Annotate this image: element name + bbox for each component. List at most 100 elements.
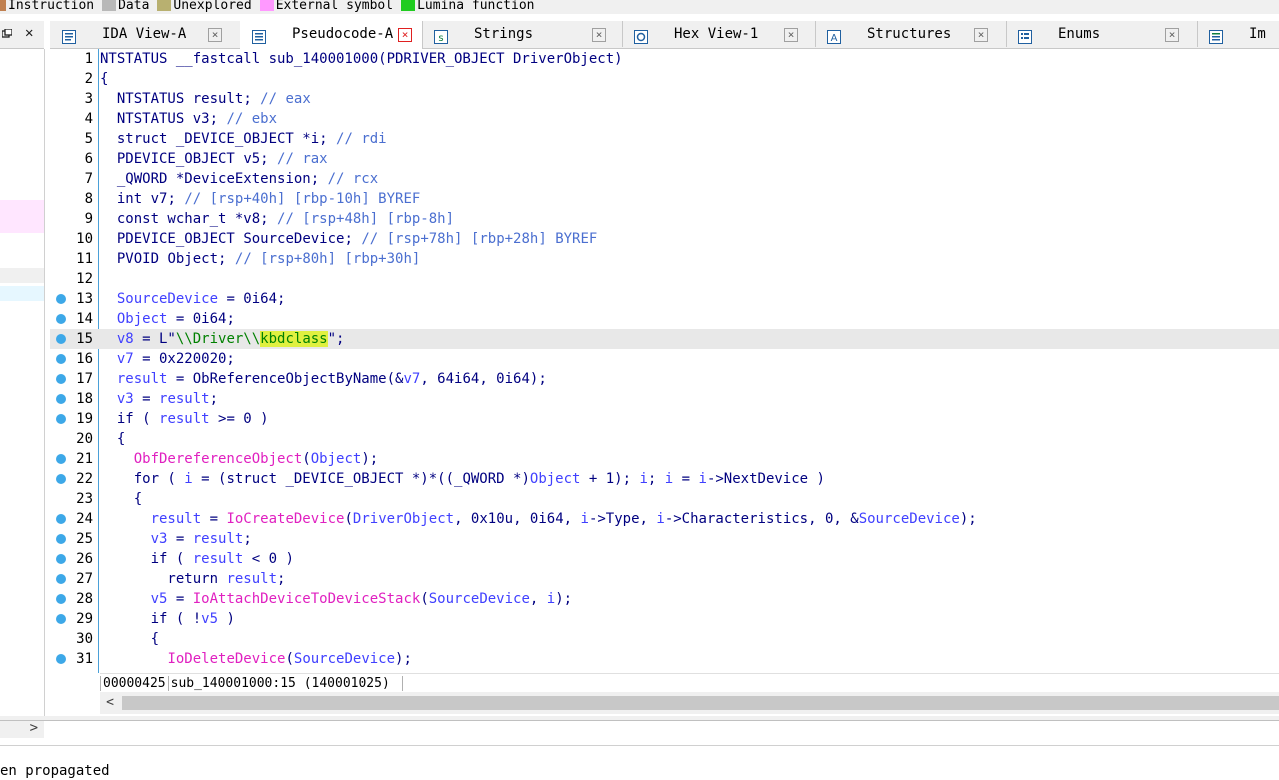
code-text: int v7; // [rsp+40h] [rbp-10h] BYREF [116, 191, 421, 207]
code-line[interactable]: 2{ [50, 69, 1279, 89]
code-text: v5 = IoAttachDeviceToDeviceStack(SourceD… [150, 591, 573, 607]
breakpoint-marker-icon[interactable] [56, 354, 66, 364]
breakpoint-marker-icon[interactable] [56, 534, 66, 544]
pin-icon[interactable] [1, 27, 13, 38]
tab-im[interactable]: Im [1197, 21, 1279, 47]
code-line[interactable]: 31 IoDeleteDevice(SourceDevice); [50, 649, 1279, 669]
status-separator [401, 676, 403, 691]
code-line[interactable]: 1 NTSTATUS __fastcall sub_140001000(PDRIV… [50, 49, 1279, 69]
code-line[interactable]: 16 v7 = 0x220020; [50, 349, 1279, 369]
legend-label: Unexplored [173, 0, 252, 13]
code-line[interactable]: 19 if ( result >= 0 ) [50, 409, 1279, 429]
tab-pseudocode-a[interactable]: Pseudocode-A × [240, 21, 423, 49]
code-text: for ( i = (struct _DEVICE_OBJECT *)*((_Q… [100, 471, 825, 487]
horizontal-scrollbar[interactable]: < [100, 692, 1279, 714]
tab-label: Enums [1058, 26, 1101, 42]
scroll-right-arrow[interactable]: > [30, 718, 38, 738]
code-line[interactable]: 30 { [50, 629, 1279, 649]
breakpoint-marker-icon[interactable] [56, 474, 66, 484]
code-line[interactable]: 7 _QWORD *DeviceExtension; // rcx [50, 169, 1279, 189]
code-line[interactable]: 18 v3 = result; [50, 389, 1279, 409]
code-text: struct _DEVICE_OBJECT *i; // rdi [116, 131, 387, 147]
tab-close-icon[interactable]: × [1165, 28, 1179, 42]
pseudocode-status-line: 00000425 sub_140001000:15 (140001025) [100, 673, 1279, 693]
legend-label: Data [118, 0, 150, 13]
breakpoint-marker-icon[interactable] [56, 414, 66, 424]
code-text: if ( result < 0 ) [100, 551, 294, 567]
breakpoint-marker-icon[interactable] [56, 374, 66, 384]
breakpoint-marker-icon[interactable] [56, 334, 66, 344]
tab-label: Structures [867, 26, 952, 42]
line-number: 25 [76, 531, 93, 547]
output-window[interactable]: en propagated [0, 745, 1279, 780]
breakpoint-marker-icon[interactable] [56, 514, 66, 524]
breakpoint-marker-icon[interactable] [56, 574, 66, 584]
scrollbar-thumb[interactable] [122, 696, 1279, 710]
code-line[interactable]: 10 PDEVICE_OBJECT SourceDevice; // [rsp+… [50, 229, 1279, 249]
tab-close-icon[interactable]: × [592, 28, 606, 42]
code-line[interactable]: 11 PVOID Object; // [rsp+80h] [rbp+30h] [50, 249, 1279, 269]
code-line[interactable]: 22 for ( i = (struct _DEVICE_OBJECT *)*(… [50, 469, 1279, 489]
close-icon[interactable]: ✕ [25, 26, 33, 40]
breakpoint-marker-icon[interactable] [56, 294, 66, 304]
code-line[interactable]: 13 SourceDevice = 0i64; [50, 289, 1279, 309]
code-line[interactable]: 24 result = IoCreateDevice(DriverObject,… [50, 509, 1279, 529]
code-line[interactable]: 6 PDEVICE_OBJECT v5; // rax [50, 149, 1279, 169]
code-text: NTSTATUS v3; // ebx [116, 111, 278, 127]
code-text: result = IoCreateDevice(DriverObject, 0x… [150, 511, 977, 527]
line-number: 12 [76, 271, 93, 287]
code-text: ObfDereferenceObject(Object); [133, 451, 379, 467]
code-text: if ( !v5 ) [100, 611, 235, 627]
breakpoint-marker-icon[interactable] [56, 314, 66, 324]
breakpoint-marker-icon[interactable] [56, 454, 66, 464]
tab-close-icon[interactable]: × [398, 28, 412, 42]
code-text: return result; [100, 571, 286, 587]
line-number: 28 [76, 591, 93, 607]
code-text: _QWORD *DeviceExtension; // rcx [116, 171, 379, 187]
breakpoint-marker-icon[interactable] [56, 554, 66, 564]
tab-enums[interactable]: Enums × [1006, 21, 1198, 47]
code-line[interactable]: 9 const wchar_t *v8; // [rsp+48h] [rbp-8… [50, 209, 1279, 229]
tab-ida-view-a[interactable]: IDA View-A × [50, 21, 241, 47]
code-line[interactable]: 8 int v7; // [rsp+40h] [rbp-10h] BYREF [50, 189, 1279, 209]
panel-divider[interactable] [0, 716, 1279, 721]
tab-strings[interactable]: s Strings × [422, 21, 623, 47]
tab-close-icon[interactable]: × [208, 28, 222, 42]
tab-close-icon[interactable]: × [784, 28, 798, 42]
code-line[interactable]: 4 NTSTATUS v3; // ebx [50, 109, 1279, 129]
tab-structures[interactable]: A Structures × [815, 21, 1007, 47]
code-line[interactable]: 5 struct _DEVICE_OBJECT *i; // rdi [50, 129, 1279, 149]
code-line[interactable]: 27 return result; [50, 569, 1279, 589]
code-line[interactable]: 20 { [50, 429, 1279, 449]
code-line[interactable]: 21 ObfDereferenceObject(Object); [50, 449, 1279, 469]
output-text: en propagated [0, 763, 110, 779]
code-line[interactable]: 29 if ( !v5 ) [50, 609, 1279, 629]
code-text: { [100, 631, 160, 647]
code-line[interactable]: 14 Object = 0i64; [50, 309, 1279, 329]
code-line[interactable]: 17 result = ObReferenceObjectByName(&v7,… [50, 369, 1279, 389]
code-line-current[interactable]: 15 v8 = L"\\Driver\\kbdclass"; [50, 329, 1279, 349]
code-line[interactable]: 23 { [50, 489, 1279, 509]
breakpoint-marker-icon[interactable] [56, 654, 66, 664]
code-line[interactable]: 26 if ( result < 0 ) [50, 549, 1279, 569]
scroll-left-arrow[interactable]: < [100, 692, 120, 714]
pseudocode-view[interactable]: 1 NTSTATUS __fastcall sub_140001000(PDRIV… [50, 49, 1279, 673]
tab-close-icon[interactable]: × [974, 28, 988, 42]
line-number: 3 [84, 91, 93, 107]
breakpoint-marker-icon[interactable] [56, 394, 66, 404]
code-line[interactable]: 3 NTSTATUS result; // eax [50, 89, 1279, 109]
left-panel[interactable]: > [0, 49, 45, 738]
code-text: NTSTATUS __fastcall sub_140001000(PDRIVE… [100, 51, 623, 67]
line-number: 6 [84, 151, 93, 167]
strings-icon: s [434, 27, 448, 44]
code-text: { [100, 71, 109, 87]
ida-view-icon [62, 27, 76, 44]
code-line[interactable]: 25 v3 = result; [50, 529, 1279, 549]
hex-view-icon [634, 27, 648, 44]
code-line[interactable]: 28 v5 = IoAttachDeviceToDeviceStack(Sour… [50, 589, 1279, 609]
code-text: const wchar_t *v8; // [rsp+48h] [rbp-8h] [116, 211, 455, 227]
breakpoint-marker-icon[interactable] [56, 614, 66, 624]
tab-hex-view-1[interactable]: Hex View-1 × [622, 21, 816, 47]
breakpoint-marker-icon[interactable] [56, 594, 66, 604]
code-line[interactable]: 12 [50, 269, 1279, 289]
